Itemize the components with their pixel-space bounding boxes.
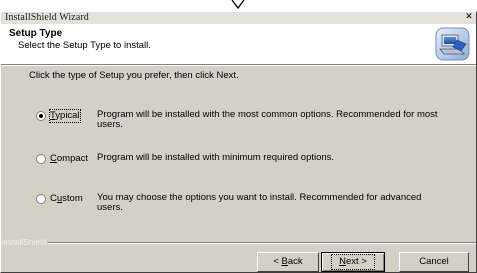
- cancel-button[interactable]: Cancel: [399, 252, 469, 272]
- header-separator: [1, 65, 476, 66]
- instruction-text: Click the type of Setup you prefer, then…: [29, 70, 239, 81]
- label-rest: stom: [62, 193, 83, 204]
- screen: InstallShield Wizard ✕ Setup Type Select…: [0, 0, 477, 273]
- next-button-label: Next >: [331, 254, 375, 270]
- close-button[interactable]: ✕: [464, 12, 474, 23]
- next-rest: ext >: [346, 256, 367, 267]
- mnemonic-letter: N: [339, 256, 346, 267]
- option-custom-description: You may choose the options you want to i…: [97, 192, 422, 213]
- label-prefix: C: [50, 193, 57, 204]
- page-subtitle: Select the Setup Type to install.: [18, 40, 151, 51]
- cancel-button-label: Cancel: [419, 256, 449, 267]
- label-rest: ypical: [55, 110, 80, 121]
- option-typical-description: Program will be installed with the most …: [97, 109, 438, 130]
- mnemonic-letter: C: [50, 153, 57, 164]
- radio-compact[interactable]: [36, 154, 46, 164]
- option-compact-description: Program will be installed with minimum r…: [97, 152, 335, 163]
- close-icon: ✕: [465, 12, 473, 22]
- down-arrow-cursor-icon: [231, 0, 245, 10]
- header-panel: Setup Type Select the Setup Type to inst…: [1, 24, 476, 65]
- next-button[interactable]: Next >: [321, 252, 385, 272]
- back-button[interactable]: < Back: [257, 252, 319, 272]
- radio-typical[interactable]: [36, 111, 46, 121]
- etched-line: [48, 242, 476, 244]
- computer-install-icon: [435, 27, 470, 61]
- label-rest: ompact: [56, 153, 89, 164]
- back-rest: ack: [287, 256, 303, 267]
- radio-custom[interactable]: [36, 194, 46, 204]
- back-prefix: <: [273, 256, 282, 267]
- installshield-wizard-dialog: InstallShield Wizard ✕ Setup Type Select…: [0, 11, 477, 273]
- installshield-brand-text: InstallShield: [1, 238, 47, 247]
- title-bar[interactable]: InstallShield Wizard ✕: [1, 12, 476, 24]
- page-title: Setup Type: [9, 28, 63, 39]
- option-custom-label[interactable]: Custom: [50, 193, 83, 205]
- window-title: InstallShield Wizard: [5, 12, 89, 23]
- brand-divider: InstallShield: [1, 238, 476, 248]
- option-typical-label[interactable]: Typical: [49, 109, 81, 123]
- option-compact-label[interactable]: Compact: [50, 153, 88, 165]
- back-button-label: < Back: [273, 253, 302, 271]
- radio-dot-icon: [39, 114, 43, 118]
